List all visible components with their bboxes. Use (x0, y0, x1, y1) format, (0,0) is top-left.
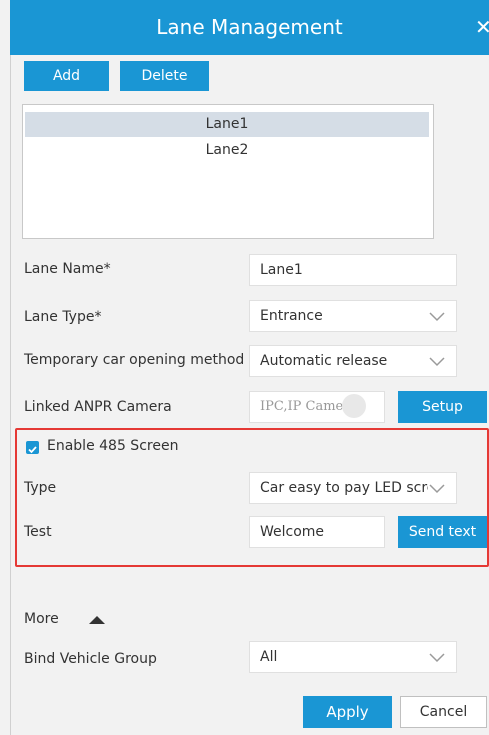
apply-button[interactable]: Apply (303, 696, 392, 728)
send-text-button[interactable]: Send text (398, 516, 487, 548)
chevron-down-icon (429, 312, 445, 322)
dialog-title: Lane Management (156, 15, 343, 39)
screen-type-select[interactable]: Car easy to pay LED scree (249, 472, 457, 504)
lane-type-select[interactable]: Entrance (249, 300, 457, 332)
caret-up-icon[interactable] (89, 616, 105, 624)
lane-name-input[interactable]: Lane1 (249, 254, 457, 286)
chevron-down-icon (429, 357, 445, 367)
screen-type-label: Type (24, 480, 57, 496)
temp-car-opening-label: Temporary car opening method (24, 352, 245, 368)
test-text-input[interactable]: Welcome (249, 516, 385, 548)
lane-type-value: Entrance (260, 308, 323, 324)
bind-vehicle-group-select[interactable]: All (249, 641, 457, 673)
chevron-down-icon (428, 473, 446, 503)
bind-vehicle-group-value: All (260, 649, 278, 665)
cancel-button[interactable]: Cancel (400, 696, 487, 728)
enable-485-checkbox[interactable] (26, 441, 39, 454)
lane-list-item[interactable]: Lane1 (25, 112, 429, 137)
more-toggle[interactable]: More (24, 611, 59, 627)
test-label: Test (24, 524, 52, 540)
lane-type-label: Lane Type* (24, 309, 102, 325)
temp-car-opening-value: Automatic release (260, 353, 388, 369)
screen-type-value: Car easy to pay LED scree (260, 480, 445, 496)
dialog-titlebar: Lane Management ✕ (10, 0, 489, 55)
setup-button[interactable]: Setup (398, 391, 487, 423)
temp-car-opening-select[interactable]: Automatic release (249, 345, 457, 377)
close-icon[interactable]: ✕ (475, 14, 489, 40)
checkmark-icon (28, 446, 37, 454)
linked-anpr-camera-field[interactable]: IPC,IP Camera (249, 391, 385, 423)
lane-list-item[interactable]: Lane2 (25, 138, 429, 163)
chevron-down-icon (429, 653, 445, 663)
linked-anpr-camera-label: Linked ANPR Camera (24, 399, 172, 415)
lane-management-panel: Add Delete Lane1 Lane2 Lane Name* Lane1 … (10, 55, 489, 735)
add-button[interactable]: Add (24, 61, 109, 91)
lane-name-label: Lane Name* (24, 261, 111, 277)
bind-vehicle-group-label: Bind Vehicle Group (24, 651, 157, 667)
enable-485-label: Enable 485 Screen (47, 438, 179, 454)
lane-list: Lane1 Lane2 (22, 104, 434, 239)
delete-button[interactable]: Delete (120, 61, 209, 91)
camera-status-indicator (342, 394, 366, 418)
